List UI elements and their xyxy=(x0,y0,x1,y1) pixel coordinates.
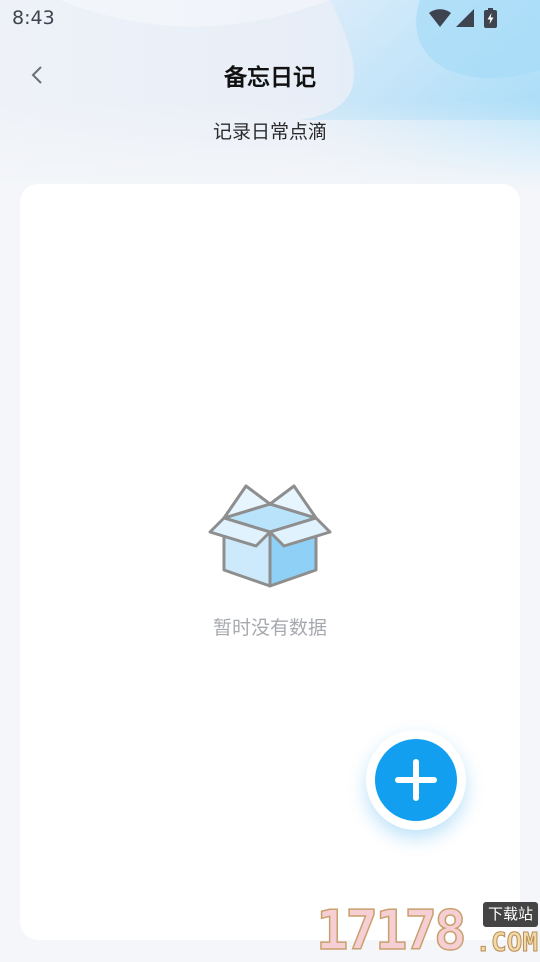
add-button-circle xyxy=(375,739,457,821)
empty-state-text: 暂时没有数据 xyxy=(212,617,327,639)
status-bar: 8:43 xyxy=(0,0,540,36)
page-subtitle: 记录日常点滴 xyxy=(212,121,327,143)
page-title: 备忘日记 xyxy=(224,65,316,91)
status-time: 8:43 xyxy=(12,7,55,29)
open-box-icon xyxy=(208,480,332,592)
app-header: 备忘日记 xyxy=(0,50,540,100)
watermark-number: 17178 xyxy=(315,899,467,962)
watermark-domain: .COM xyxy=(475,928,539,959)
signal-icon xyxy=(455,8,475,32)
wifi-icon xyxy=(428,8,452,32)
battery-charging-icon xyxy=(484,8,497,32)
watermark-badge: 下载站 xyxy=(482,902,538,927)
add-entry-button[interactable] xyxy=(366,730,466,830)
site-watermark: 17178 下载站 .COM xyxy=(315,899,540,962)
status-icons xyxy=(428,8,500,28)
